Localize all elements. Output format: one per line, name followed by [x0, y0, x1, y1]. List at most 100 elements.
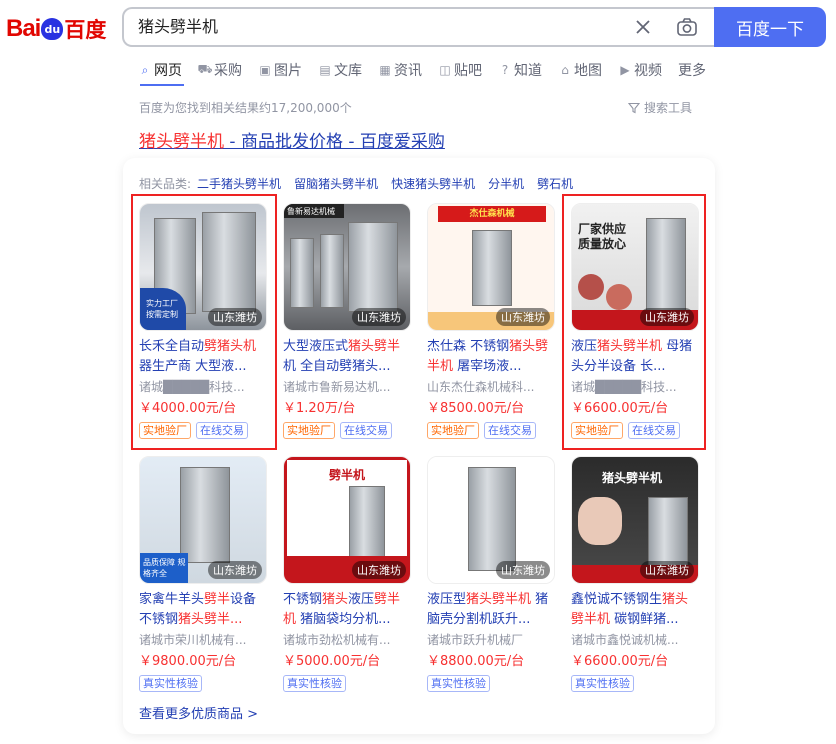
- title-part: 猪头劈半: [348, 339, 401, 354]
- tag: 真实性核验: [427, 675, 490, 692]
- tab-images[interactable]: ▣ 图片: [258, 59, 302, 81]
- related-item[interactable]: 分半机: [488, 175, 524, 192]
- tab-news[interactable]: ▦ 资讯: [378, 59, 422, 81]
- tab-tieba[interactable]: ◫ 贴吧: [438, 59, 482, 81]
- result-count: 百度为您找到相关结果约17,200,000个: [139, 101, 352, 115]
- question-icon: ?: [501, 63, 509, 77]
- related-label: 相关品类:: [139, 177, 192, 191]
- title-part: 劈半机: [571, 612, 611, 627]
- product-title[interactable]: 杰仕森 不锈钢猪头劈半机 屠宰场液...: [427, 337, 557, 377]
- company-name[interactable]: 诸城市跃升机械厂: [427, 630, 557, 650]
- company-name[interactable]: 诸城市鲁新易达机...: [283, 377, 413, 397]
- product-item[interactable]: 杰仕森机械 山东潍坊 杰仕森 不锈钢猪头劈半机 屠宰场液... 山东杰仕森机械科…: [427, 203, 557, 439]
- location-badge: 山东潍坊: [208, 561, 262, 579]
- clear-icon[interactable]: [634, 18, 652, 36]
- logo-baidu-cn: 百度: [64, 18, 107, 42]
- result-title-rest: - 商品批发价格 - 百度爱采购: [224, 132, 445, 152]
- product-title[interactable]: 大型液压式猪头劈半机 全自动劈猪头...: [283, 337, 413, 377]
- related-item[interactable]: 劈石机: [537, 175, 573, 192]
- title-part: 液压型: [427, 592, 467, 607]
- product-price: ￥8800.00元/台: [427, 654, 525, 669]
- camera-icon[interactable]: [676, 16, 698, 38]
- tab-zhidao[interactable]: ? 知道: [498, 59, 542, 81]
- location-badge: 山东潍坊: [496, 561, 550, 579]
- product-image[interactable]: 山东潍坊: [427, 456, 555, 584]
- product-image[interactable]: 猪头劈半机 山东潍坊: [571, 456, 699, 584]
- product-item[interactable]: 劈半机 山东潍坊 不锈钢猪头液压劈半机 猪脑袋均分机... 诸城市劲松机械有..…: [283, 456, 413, 692]
- title-part: 猪脑袋均分机...: [296, 612, 391, 627]
- product-title[interactable]: 鑫悦诚不锈钢生猪头劈半机 碳钢鲜猪...: [571, 590, 701, 630]
- product-price: ￥5000.00元/台: [283, 654, 381, 669]
- tag: 在线交易: [484, 422, 536, 439]
- product-tags: 实地验厂 在线交易: [427, 422, 557, 439]
- tab-more[interactable]: 更多: [678, 59, 706, 81]
- title-part: 猪头: [662, 592, 689, 607]
- location-badge: 山东潍坊: [352, 308, 406, 326]
- title-part: 液压: [348, 592, 375, 607]
- product-image[interactable]: 劈半机 山东潍坊: [283, 456, 411, 584]
- product-price: ￥8500.00元/台: [427, 401, 525, 416]
- company-name[interactable]: 诸城市鑫悦诚机械...: [571, 630, 701, 650]
- location-badge: 山东潍坊: [640, 561, 694, 579]
- tab-label: 图片: [274, 63, 302, 79]
- product-tags: 真实性核验: [139, 675, 269, 692]
- tab-label: 更多: [678, 63, 706, 79]
- title-part: 鑫悦诚不锈钢生: [571, 592, 663, 607]
- brand-label: 鲁新易达机械: [284, 204, 344, 218]
- related-item[interactable]: 快速猪头劈半机: [391, 175, 475, 192]
- search-input[interactable]: [138, 9, 608, 45]
- map-icon: ⌂: [561, 63, 569, 77]
- result-title-link[interactable]: 猪头劈半机 - 商品批发价格 - 百度爱采购: [139, 127, 445, 152]
- highlight-box: [562, 194, 706, 450]
- product-price: ￥1.20万/台: [283, 401, 356, 416]
- cart-icon: ⛟: [197, 62, 213, 76]
- related-categories: 相关品类: 二手猪头劈半机 留脑猪头劈半机 快速猪头劈半机 分半机 劈石机: [139, 175, 586, 192]
- tab-map[interactable]: ⌂ 地图: [558, 59, 602, 81]
- search-box: [122, 7, 718, 47]
- active-tab-indicator: [140, 84, 184, 86]
- company-name[interactable]: 诸城市劲松机械有...: [283, 630, 413, 650]
- product-item[interactable]: 鲁新易达机械 山东潍坊 大型液压式猪头劈半机 全自动劈猪头... 诸城市鲁新易达…: [283, 203, 413, 439]
- video-icon: ▶: [620, 63, 630, 77]
- title-part: 屠宰场液...: [453, 359, 522, 374]
- product-title[interactable]: 不锈钢猪头液压劈半机 猪脑袋均分机...: [283, 590, 413, 630]
- tab-label: 网页: [154, 63, 182, 79]
- location-badge: 山东潍坊: [352, 561, 406, 579]
- product-item[interactable]: 品质保障 规格齐全 山东潍坊 家禽牛羊头劈半设备 不锈钢猪头劈半... 诸城市荣…: [139, 456, 269, 692]
- product-image[interactable]: 品质保障 规格齐全 山东潍坊: [139, 456, 267, 584]
- tab-video[interactable]: ▶ 视频: [618, 59, 662, 81]
- title-part: 劈半: [204, 592, 231, 607]
- product-item[interactable]: 山东潍坊 液压型猪头劈半机 猪脑壳分割机跃升... 诸城市跃升机械厂 ￥8800…: [427, 456, 557, 692]
- company-name[interactable]: 诸城市荣川机械有...: [139, 630, 269, 650]
- tab-web[interactable]: ⌕ 网页: [138, 59, 182, 81]
- logo-paw-icon: du: [41, 18, 64, 40]
- promo-title: 劈半机: [329, 468, 366, 482]
- picture-icon: ▣: [259, 63, 271, 77]
- related-item[interactable]: 二手猪头劈半机: [197, 175, 281, 192]
- search-tabs: ⌕ 网页 ⛟ 采购 ▣ 图片 ▤ 文库 ▦ 资讯 ◫ 贴吧 ? 知道 ⌂ 地图 ▶ 视频 更多: [138, 59, 722, 81]
- search-tools-button[interactable]: 搜索工具: [628, 99, 692, 116]
- title-part: 不锈钢: [283, 592, 323, 607]
- tab-wenku[interactable]: ▤ 文库: [318, 59, 362, 81]
- tab-purchase[interactable]: ⛟ 采购: [197, 59, 242, 81]
- tab-label: 采购: [214, 63, 242, 79]
- title-part: 猪头劈半机: [466, 592, 532, 607]
- related-item[interactable]: 留脑猪头劈半机: [294, 175, 378, 192]
- product-item[interactable]: 猪头劈半机 山东潍坊 鑫悦诚不锈钢生猪头劈半机 碳钢鲜猪... 诸城市鑫悦诚机械…: [571, 456, 701, 692]
- product-image[interactable]: 杰仕森机械 山东潍坊: [427, 203, 555, 331]
- tag: 真实性核验: [283, 675, 346, 692]
- tab-label: 视频: [634, 63, 662, 79]
- search-button[interactable]: 百度一下: [714, 7, 826, 47]
- tab-label: 资讯: [394, 63, 422, 79]
- baidu-logo[interactable]: Bai du 百度: [6, 12, 110, 46]
- company-name[interactable]: 山东杰仕森机械科...: [427, 377, 557, 397]
- product-title[interactable]: 液压型猪头劈半机 猪脑壳分割机跃升...: [427, 590, 557, 630]
- title-part: 碳钢鲜猪...: [610, 612, 679, 627]
- more-products-link[interactable]: 查看更多优质商品 >: [139, 703, 258, 722]
- brand-banner: 杰仕森机械: [438, 206, 546, 222]
- product-title[interactable]: 家禽牛羊头劈半设备 不锈钢猪头劈半...: [139, 590, 269, 630]
- tag: 真实性核验: [139, 675, 202, 692]
- tab-label: 贴吧: [454, 63, 482, 79]
- tab-label: 知道: [514, 63, 542, 79]
- product-image[interactable]: 鲁新易达机械 山东潍坊: [283, 203, 411, 331]
